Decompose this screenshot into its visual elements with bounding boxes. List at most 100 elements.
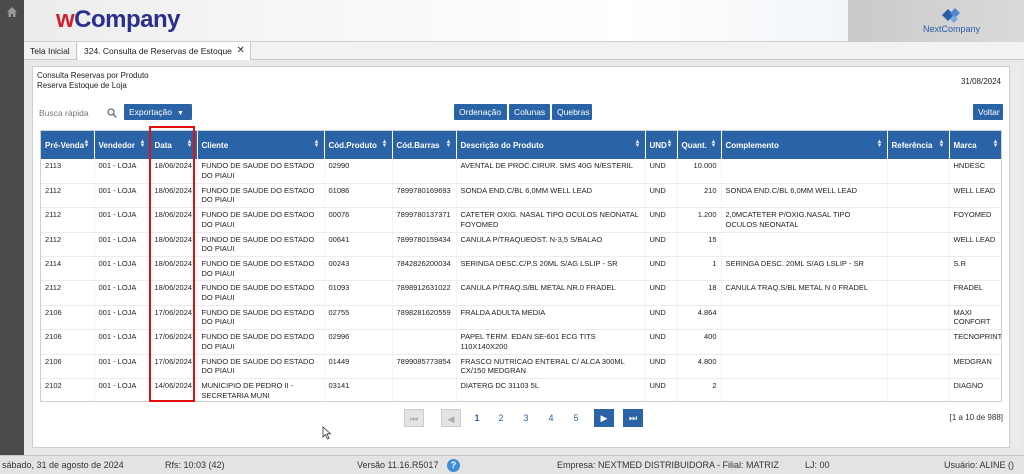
- table-cell: 210: [677, 183, 722, 209]
- column-header[interactable]: UND ▲ ▼: [645, 131, 678, 159]
- first-page-icon[interactable]: ⏮: [404, 409, 424, 427]
- column-header-label: UND: [649, 140, 667, 150]
- sort-icon[interactable]: ▲ ▼: [635, 139, 641, 149]
- help-icon[interactable]: ?: [447, 459, 460, 472]
- order-button[interactable]: Ordenação: [454, 104, 507, 120]
- table-cell: 001 - LOJA: [94, 305, 151, 331]
- page-5[interactable]: 5: [566, 409, 586, 427]
- table-row[interactable]: 2113 001 - LOJA 18/06/2024 FUNDO DE SAUDE D…: [41, 159, 1001, 184]
- sort-icon[interactable]: ▲ ▼: [382, 139, 388, 149]
- table-cell: FUNDO DE SAUDE DO ESTADO DO PIAUI: [197, 256, 325, 282]
- page-2[interactable]: 2: [491, 409, 511, 427]
- page-scrollbar[interactable]: [1012, 64, 1020, 446]
- sort-icon[interactable]: ▲ ▼: [446, 139, 452, 149]
- next-page-icon[interactable]: ▶: [594, 409, 614, 427]
- table-row[interactable]: 2112 001 - LOJA 18/06/2024 FUNDO DE SAUDE D…: [41, 232, 1001, 258]
- column-header[interactable]: Quant. ▲ ▼: [677, 131, 722, 159]
- table-cell: 7899780169693: [392, 183, 457, 209]
- search-input[interactable]: [39, 106, 107, 120]
- prev-page-icon[interactable]: ◀: [441, 409, 461, 427]
- table-row[interactable]: 2112 001 - LOJA 18/06/2024 FUNDO DE SAUDE D…: [41, 183, 1001, 209]
- column-header[interactable]: Vendedor ▲ ▼: [94, 131, 151, 159]
- tab-home[interactable]: Tela Inicial: [24, 42, 77, 60]
- table-cell: 2112: [41, 280, 95, 306]
- column-header[interactable]: Data ▲ ▼: [150, 131, 198, 159]
- last-page-icon[interactable]: ⏭: [623, 409, 643, 427]
- table-cell: SERINGA DESC. 20ML S/AG LSLIP - SR: [721, 256, 888, 282]
- search-icon[interactable]: [107, 108, 117, 118]
- column-header[interactable]: Referência ▲ ▼: [887, 131, 950, 159]
- table-cell: WELL LEAD: [949, 183, 1001, 209]
- column-header[interactable]: Cód.Barras ▲ ▼: [392, 131, 457, 159]
- table-cell: 2112: [41, 183, 95, 209]
- table-cell: CANULA P/TRAQUEOST. N-3,5 S/BALAO: [456, 232, 646, 258]
- tab-reservas[interactable]: 324. Consulta de Reservas de Estoque ✕: [78, 42, 251, 60]
- status-rfs: Rfs: 10:03 (42): [165, 460, 225, 470]
- table-cell: UND: [645, 256, 678, 282]
- column-header[interactable]: Complemento ▲ ▼: [721, 131, 888, 159]
- column-header[interactable]: Pré-Venda ▲ ▼: [41, 131, 95, 159]
- column-header[interactable]: Cliente ▲ ▼: [197, 131, 325, 159]
- table-row[interactable]: 2106 001 - LOJA 17/06/2024 FUNDO DE SAUDE D…: [41, 354, 1001, 380]
- column-header[interactable]: Descrição do Produto ▲ ▼: [456, 131, 646, 159]
- sort-icon[interactable]: ▲ ▼: [877, 139, 883, 149]
- export-button[interactable]: Exportação ▼: [124, 104, 192, 120]
- column-header-label: Referência: [891, 140, 933, 150]
- table-row[interactable]: 2102 001 - LOJA 14/06/2024 MUNICIPIO DE PED…: [41, 378, 1001, 401]
- table-cell: 4.864: [677, 305, 722, 331]
- tab-bar: Tela Inicial 324. Consulta de Reservas d…: [24, 42, 1024, 60]
- table-cell: 001 - LOJA: [94, 183, 151, 209]
- table-cell: FUNDO DE SAUDE DO ESTADO DO PIAUI: [197, 280, 325, 306]
- tab-label: 324. Consulta de Reservas de Estoque: [84, 46, 232, 56]
- table-cell: UND: [645, 280, 678, 306]
- table-cell: 18/06/2024: [150, 183, 198, 209]
- table-cell: WELL LEAD: [949, 232, 1001, 258]
- status-user: Usuário: ALINE (): [944, 460, 1015, 470]
- sort-icon[interactable]: ▲ ▼: [939, 139, 945, 149]
- table-row[interactable]: 2112 001 - LOJA 18/06/2024 FUNDO DE SAUDE D…: [41, 280, 1001, 306]
- table-cell: CATETER OXIG. NASAL TIPO OCULOS NEONATAL…: [456, 207, 646, 233]
- table-cell: 01449: [324, 354, 393, 380]
- table-row[interactable]: 2114 001 - LOJA 18/06/2024 FUNDO DE SAUDE D…: [41, 256, 1001, 282]
- table-cell: 2102: [41, 378, 95, 401]
- sort-icon[interactable]: ▲ ▼: [314, 139, 320, 149]
- table-cell: FUNDO DE SAUDE DO ESTADO DO PIAUI: [197, 329, 325, 355]
- page-3[interactable]: 3: [516, 409, 536, 427]
- table-cell: UND: [645, 207, 678, 233]
- back-button[interactable]: Voltar: [973, 104, 1003, 120]
- sort-icon[interactable]: ▲ ▼: [711, 139, 717, 149]
- status-bar: sábado, 31 de agosto de 2024 Rfs: 10:03 …: [0, 455, 1024, 474]
- home-icon[interactable]: [6, 6, 18, 18]
- status-datetime: sábado, 31 de agosto de 2024: [2, 460, 124, 470]
- table-cell: 001 - LOJA: [94, 232, 151, 258]
- close-icon[interactable]: ✕: [237, 42, 245, 60]
- column-header[interactable]: Cód.Produto ▲ ▼: [324, 131, 393, 159]
- column-header[interactable]: Marca ▲ ▼: [949, 131, 1001, 159]
- table-cell: 7899085773854: [392, 354, 457, 380]
- column-header-label: Cód.Barras: [396, 140, 440, 150]
- sort-icon[interactable]: ▲ ▼: [84, 139, 90, 149]
- table-cell: 17/06/2024: [150, 329, 198, 355]
- page-4[interactable]: 4: [541, 409, 561, 427]
- table-cell: 001 - LOJA: [94, 354, 151, 380]
- table-cell: 18/06/2024: [150, 159, 198, 184]
- sort-icon[interactable]: ▲ ▼: [993, 139, 999, 149]
- table-row[interactable]: 2112 001 - LOJA 18/06/2024 FUNDO DE SAUDE D…: [41, 207, 1001, 233]
- table-cell: [392, 378, 457, 401]
- columns-button[interactable]: Colunas: [509, 104, 550, 120]
- table-row[interactable]: 2106 001 - LOJA 17/06/2024 FUNDO DE SAUDE D…: [41, 305, 1001, 331]
- table-cell: 10.000: [677, 159, 722, 184]
- sort-icon[interactable]: ▲ ▼: [140, 139, 146, 149]
- table-row[interactable]: 2106 001 - LOJA 17/06/2024 FUNDO DE SAUDE D…: [41, 329, 1001, 355]
- sort-icon[interactable]: ▲ ▼: [187, 139, 193, 149]
- table-cell: UND: [645, 232, 678, 258]
- table-cell: 7898281620559: [392, 305, 457, 331]
- table-cell: 2: [677, 378, 722, 401]
- page-1[interactable]: 1: [467, 409, 487, 427]
- sort-icon[interactable]: ▲ ▼: [667, 139, 673, 149]
- table-cell: 18/06/2024: [150, 232, 198, 258]
- status-lj: LJ: 00: [805, 460, 830, 470]
- column-header-label: Data: [154, 140, 172, 150]
- table-cell: [392, 159, 457, 184]
- breaks-button[interactable]: Quebras: [552, 104, 592, 120]
